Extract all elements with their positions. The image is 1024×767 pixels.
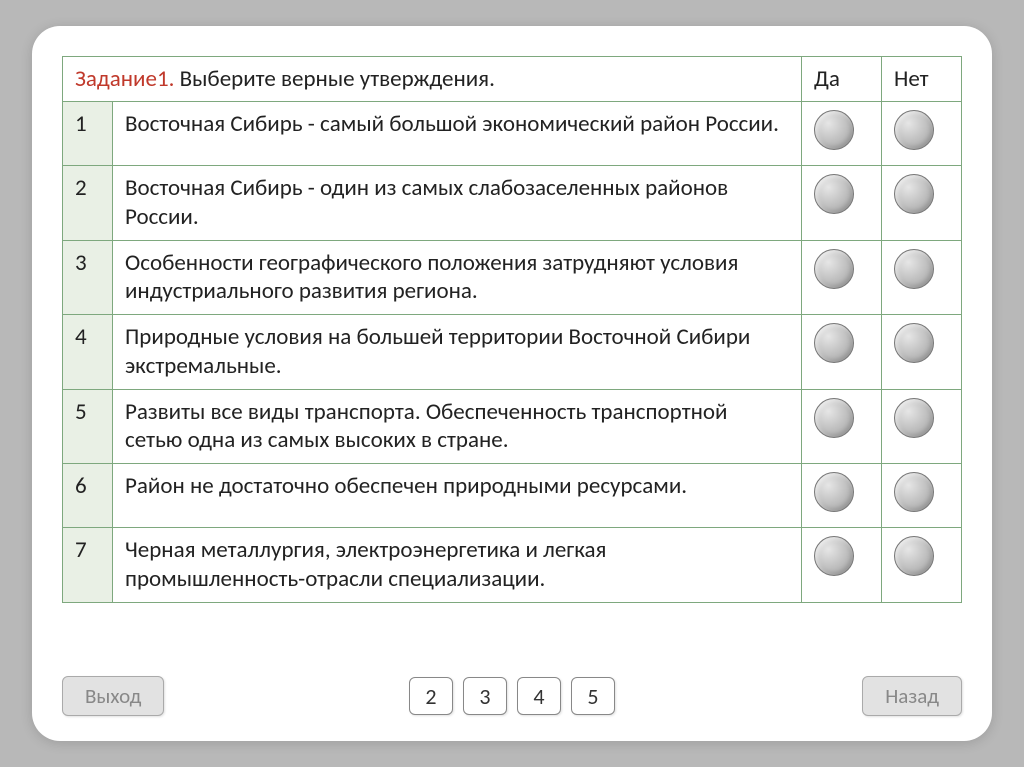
radio-no[interactable] bbox=[894, 536, 934, 576]
table-header-row: Задание1. Выберите верные утверждения. Д… bbox=[63, 57, 962, 102]
radio-yes[interactable] bbox=[814, 323, 854, 363]
table-row: 7 Черная металлургия, электроэнергетика … bbox=[63, 528, 962, 603]
radio-no[interactable] bbox=[894, 249, 934, 289]
footer-bar: Выход 2 3 4 5 Назад bbox=[62, 671, 962, 721]
page-button-4[interactable]: 4 bbox=[517, 677, 561, 715]
row-number: 2 bbox=[63, 166, 113, 241]
page-button-5[interactable]: 5 bbox=[571, 677, 615, 715]
page-button-3[interactable]: 3 bbox=[463, 677, 507, 715]
radio-yes[interactable] bbox=[814, 110, 854, 150]
answer-no-cell bbox=[882, 315, 962, 390]
radio-no[interactable] bbox=[894, 174, 934, 214]
statement-text: Черная металлургия, электроэнергетика и … bbox=[113, 528, 802, 603]
radio-no[interactable] bbox=[894, 323, 934, 363]
row-number: 1 bbox=[63, 102, 113, 166]
radio-yes[interactable] bbox=[814, 398, 854, 438]
statement-text: Район не достаточно обеспечен природными… bbox=[113, 464, 802, 528]
quiz-card: Задание1. Выберите верные утверждения. Д… bbox=[32, 26, 992, 741]
table-row: 1 Восточная Сибирь - самый большой эконо… bbox=[63, 102, 962, 166]
answer-no-cell bbox=[882, 102, 962, 166]
answer-yes-cell bbox=[802, 315, 882, 390]
statement-text: Особенности географического положения за… bbox=[113, 240, 802, 315]
answer-yes-cell bbox=[802, 240, 882, 315]
exit-button[interactable]: Выход bbox=[62, 676, 164, 716]
radio-yes[interactable] bbox=[814, 472, 854, 512]
radio-no[interactable] bbox=[894, 472, 934, 512]
table-row: 6 Район не достаточно обеспечен природны… bbox=[63, 464, 962, 528]
table-row: 5 Развиты все виды транспорта. Обеспечен… bbox=[63, 389, 962, 464]
radio-yes[interactable] bbox=[814, 174, 854, 214]
statement-text: Восточная Сибирь - один из самых слабоза… bbox=[113, 166, 802, 241]
radio-no[interactable] bbox=[894, 110, 934, 150]
table-row: 2 Восточная Сибирь - один из самых слабо… bbox=[63, 166, 962, 241]
column-header-yes: Да bbox=[802, 57, 882, 102]
answer-yes-cell bbox=[802, 166, 882, 241]
answer-no-cell bbox=[882, 240, 962, 315]
radio-yes[interactable] bbox=[814, 249, 854, 289]
answer-no-cell bbox=[882, 166, 962, 241]
answer-yes-cell bbox=[802, 464, 882, 528]
answer-yes-cell bbox=[802, 528, 882, 603]
statement-text: Восточная Сибирь - самый большой экономи… bbox=[113, 102, 802, 166]
back-button[interactable]: Назад bbox=[862, 676, 962, 716]
row-number: 3 bbox=[63, 240, 113, 315]
task-header-cell: Задание1. Выберите верные утверждения. bbox=[63, 57, 802, 102]
quiz-table: Задание1. Выберите верные утверждения. Д… bbox=[62, 56, 962, 603]
radio-yes[interactable] bbox=[814, 536, 854, 576]
statement-text: Развиты все виды транспорта. Обеспеченно… bbox=[113, 389, 802, 464]
task-number-label: Задание1. bbox=[75, 65, 174, 93]
statement-text: Природные условия на большей территории … bbox=[113, 315, 802, 390]
row-number: 7 bbox=[63, 528, 113, 603]
task-prompt: Выберите верные утверждения. bbox=[174, 65, 494, 93]
answer-no-cell bbox=[882, 528, 962, 603]
answer-yes-cell bbox=[802, 102, 882, 166]
answer-no-cell bbox=[882, 464, 962, 528]
answer-no-cell bbox=[882, 389, 962, 464]
row-number: 4 bbox=[63, 315, 113, 390]
page-button-2[interactable]: 2 bbox=[409, 677, 453, 715]
radio-no[interactable] bbox=[894, 398, 934, 438]
answer-yes-cell bbox=[802, 389, 882, 464]
pager: 2 3 4 5 bbox=[409, 677, 615, 715]
column-header-no: Нет bbox=[882, 57, 962, 102]
row-number: 5 bbox=[63, 389, 113, 464]
table-row: 3 Особенности географического положения … bbox=[63, 240, 962, 315]
table-row: 4 Природные условия на большей территори… bbox=[63, 315, 962, 390]
row-number: 6 bbox=[63, 464, 113, 528]
